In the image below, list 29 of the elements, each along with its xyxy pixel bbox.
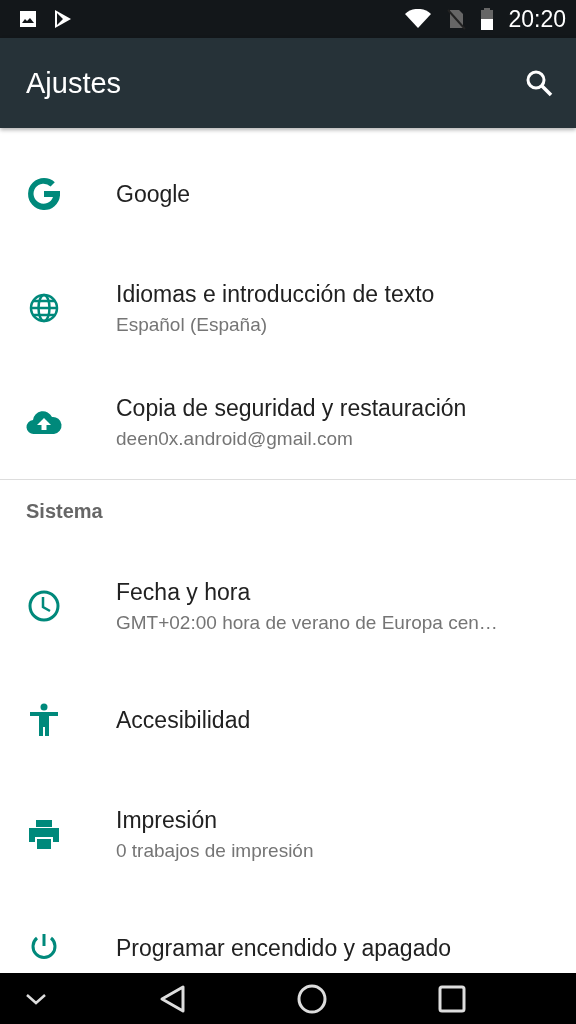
settings-item[interactable]: Impresión 0 trabajos de impresión <box>0 777 576 891</box>
item-title: Programar encendido y apagado <box>116 934 451 962</box>
settings-item[interactable]: Programar encendido y apagado <box>0 891 576 973</box>
section-header: Sistema <box>26 499 103 523</box>
item-subtitle: Español (España) <box>116 313 269 336</box>
item-subtitle: GMT+02:00 hora de verano de Europa cen… <box>116 611 498 634</box>
search-icon[interactable] <box>524 68 554 98</box>
settings-item[interactable]: Copia de seguridad y restauración deen0x.android@gmail.com <box>0 365 576 479</box>
home-icon[interactable] <box>296 982 328 1015</box>
item-title: Google <box>116 180 191 208</box>
item-subtitle: deen0x.android@gmail.com <box>116 427 354 450</box>
recents-icon[interactable] <box>438 984 466 1013</box>
item-subtitle: 0 trabajos de impresión <box>116 839 314 862</box>
wifi-icon <box>404 9 433 29</box>
no-sim-icon <box>446 8 467 30</box>
item-title: Impresión <box>116 806 218 834</box>
back-icon[interactable] <box>158 983 186 1014</box>
item-title: Idiomas e introducción de texto <box>116 280 435 308</box>
item-title: Accesibilidad <box>116 706 251 734</box>
battery-icon <box>480 7 495 31</box>
settings-item[interactable]: Accesibilidad <box>0 663 576 777</box>
settings-item[interactable]: Google <box>0 137 576 251</box>
settings-item[interactable]: Fecha y hora GMT+02:00 hora de verano de Europa cen… <box>0 549 576 663</box>
item-title: Fecha y hora <box>116 578 252 606</box>
image-icon <box>18 9 38 29</box>
item-title: Copia de seguridad y restauración <box>116 394 467 422</box>
clock-time: 20:20 <box>508 5 566 33</box>
app-title: Ajustes <box>26 66 122 100</box>
settings-item[interactable]: Idiomas e introducción de texto Español (España) <box>0 251 576 365</box>
